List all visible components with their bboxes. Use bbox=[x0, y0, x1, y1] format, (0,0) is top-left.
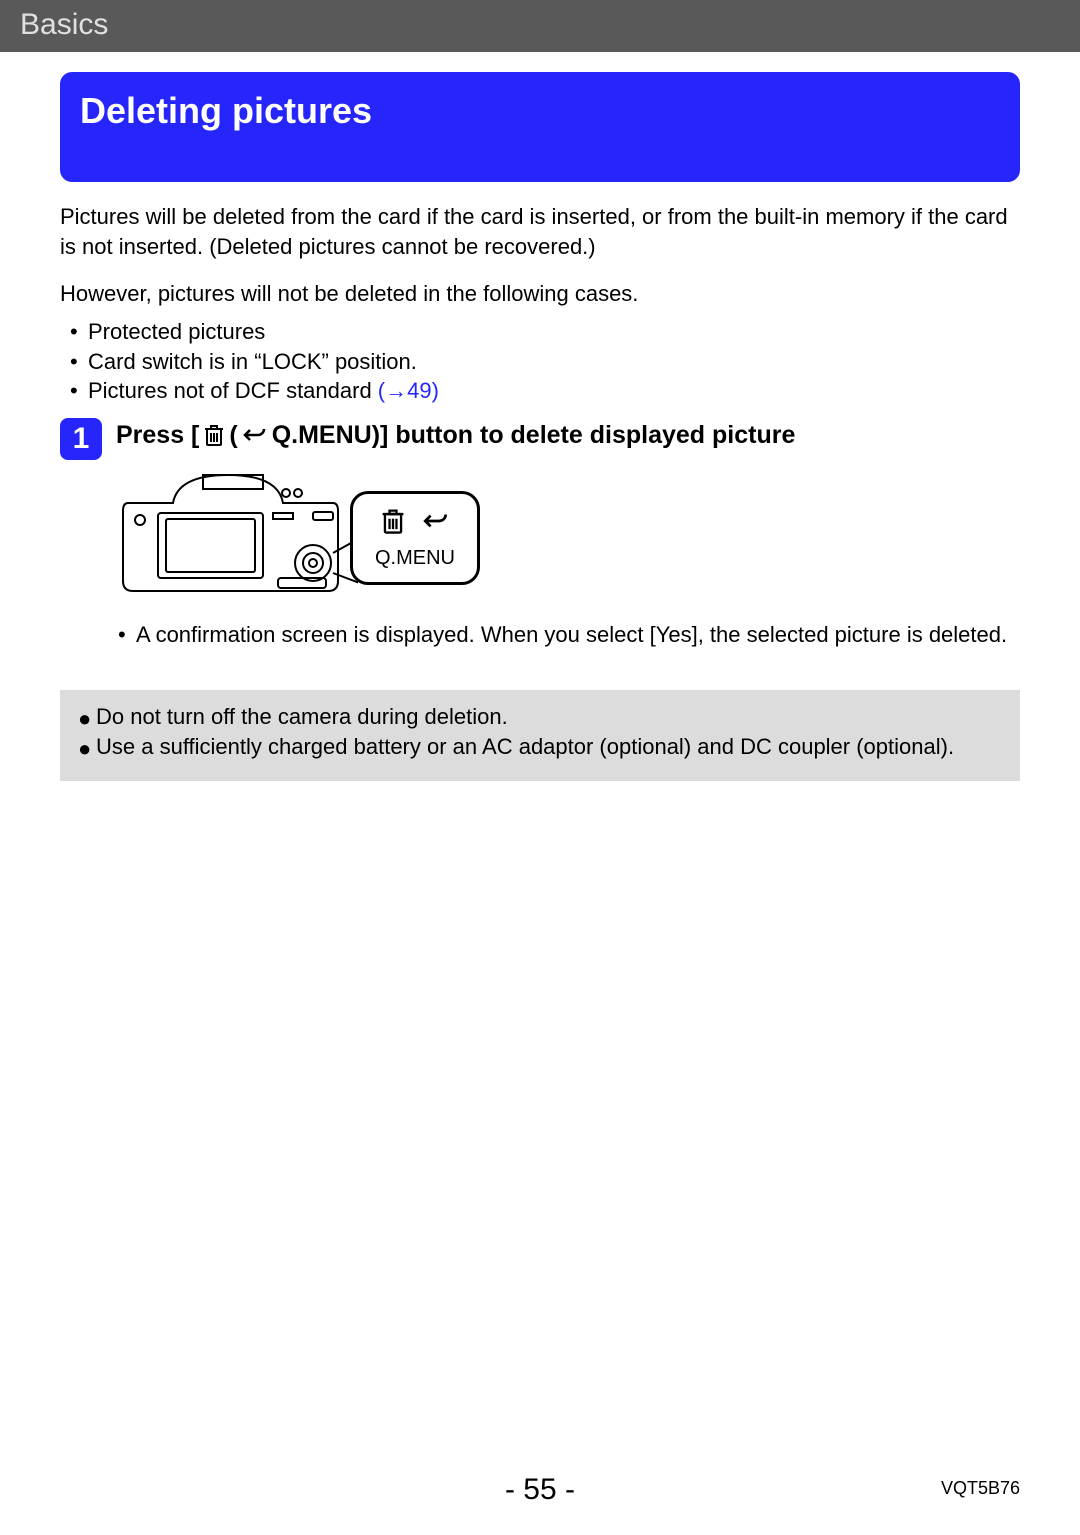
exception-item: Pictures not of DCF standard (→49) bbox=[88, 376, 439, 406]
qmenu-label: Q.MENU bbox=[375, 545, 455, 572]
exception-list: •Protected pictures •Card switch is in “… bbox=[70, 317, 1020, 406]
undo-icon bbox=[242, 424, 268, 446]
trash-icon bbox=[380, 506, 406, 544]
camera-illustration: Q.MENU bbox=[118, 468, 1020, 608]
step-number-badge: 1 bbox=[60, 418, 102, 460]
camera-back-icon bbox=[118, 468, 358, 608]
exception-item: Card switch is in “LOCK” position. bbox=[88, 347, 417, 377]
trash-icon bbox=[203, 422, 225, 448]
undo-icon bbox=[422, 509, 450, 541]
page-title: Deleting pictures bbox=[60, 72, 1020, 182]
intro-paragraph-2: However, pictures will not be deleted in… bbox=[60, 279, 1020, 309]
step-1-note: • A confirmation screen is displayed. Wh… bbox=[118, 620, 1020, 650]
note-item: Do not turn off the camera during deleti… bbox=[96, 704, 508, 734]
page-number: - 55 - bbox=[0, 1473, 1080, 1507]
caution-notes: ●Do not turn off the camera during delet… bbox=[60, 690, 1020, 781]
exception-item: Protected pictures bbox=[88, 317, 265, 347]
intro-paragraph-1: Pictures will be deleted from the card i… bbox=[60, 202, 1020, 261]
body-content: Pictures will be deleted from the card i… bbox=[0, 182, 1080, 650]
section-header: Basics bbox=[0, 0, 1080, 52]
button-callout: Q.MENU bbox=[350, 491, 480, 586]
note-item: Use a sufficiently charged battery or an… bbox=[96, 734, 954, 764]
step-1-title: Press [ ( Q.MENU)] button to delete disp… bbox=[116, 420, 795, 450]
page-ref-link[interactable]: (→49) bbox=[378, 378, 439, 403]
step-1: 1 Press [ ( Q.MENU)] button to delete di… bbox=[60, 420, 1020, 460]
document-id: VQT5B76 bbox=[941, 1478, 1020, 1499]
